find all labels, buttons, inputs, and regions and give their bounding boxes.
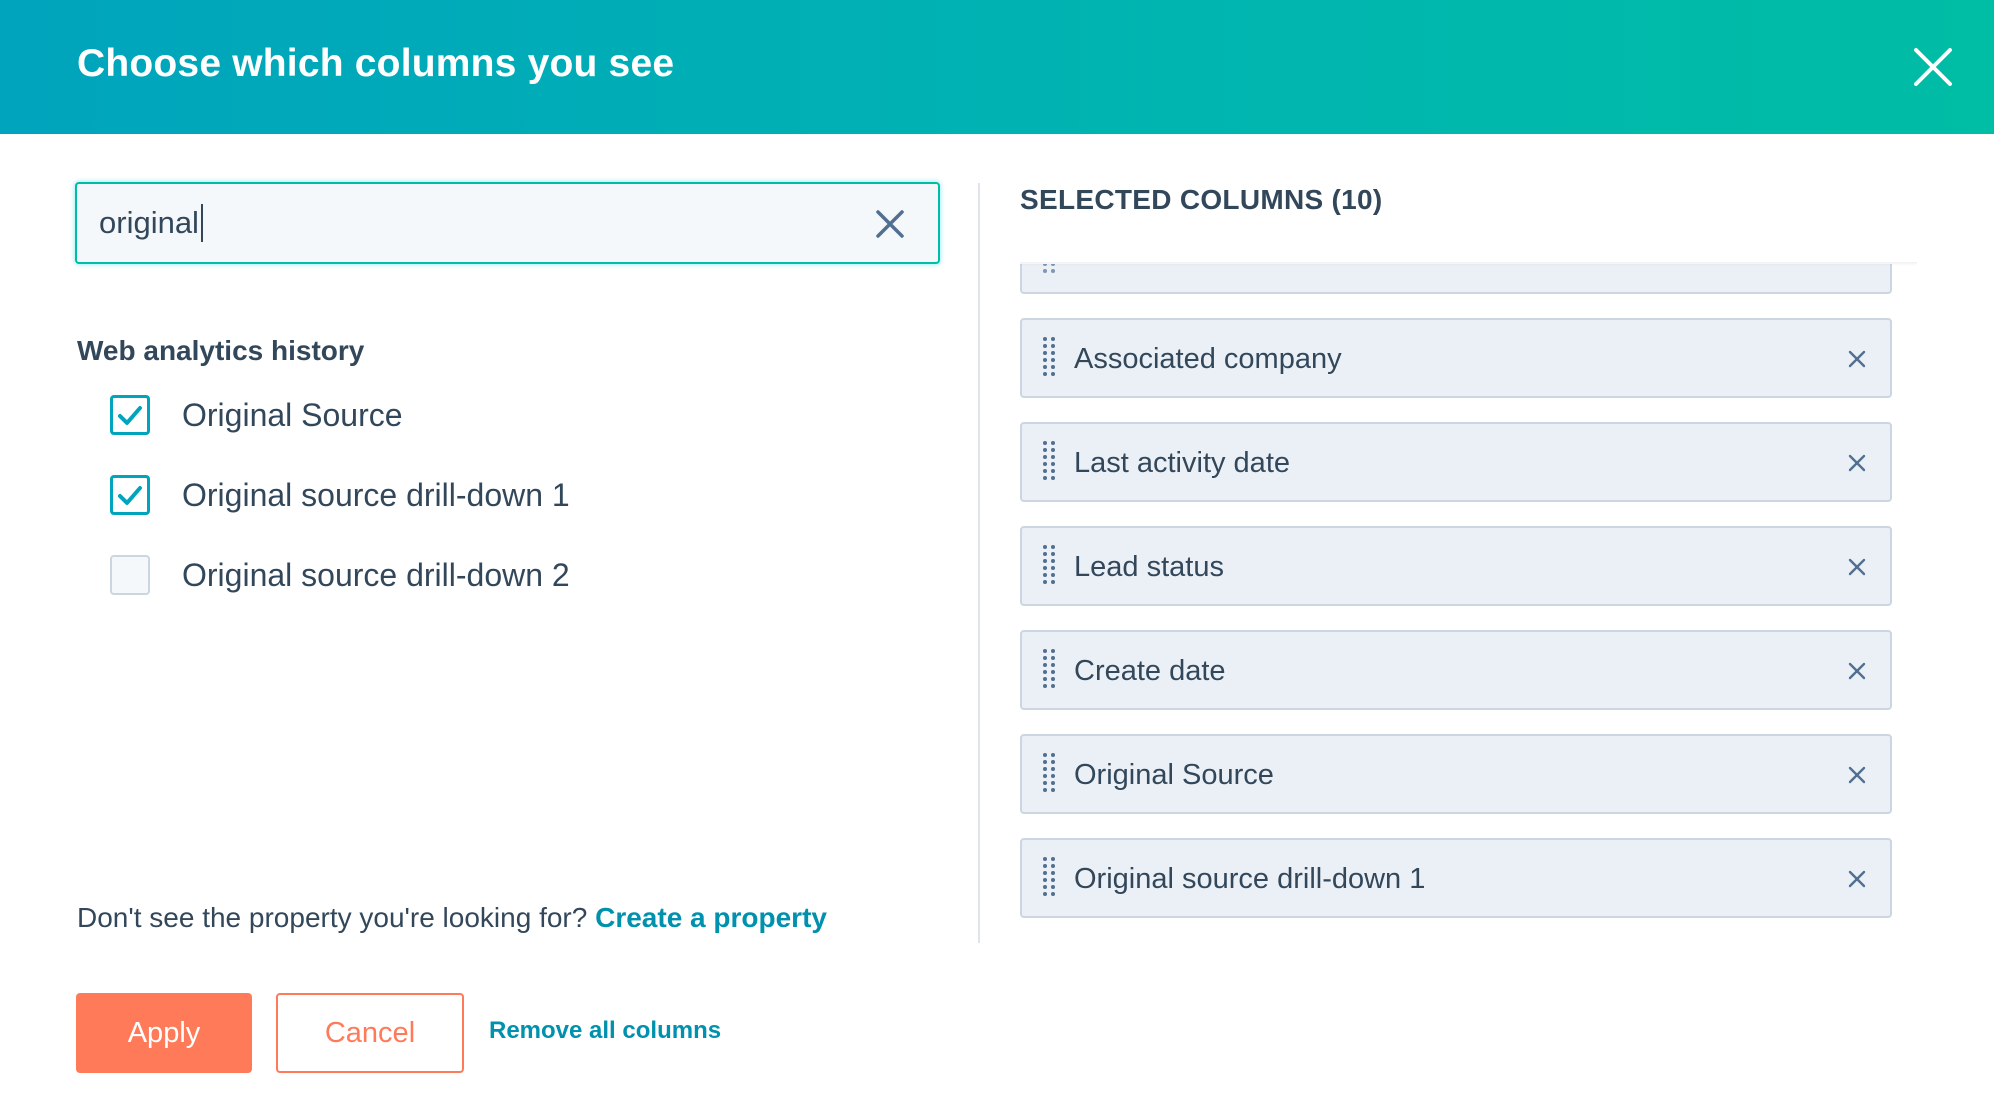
checkbox-checked[interactable] — [110, 475, 150, 515]
close-icon — [1848, 870, 1866, 888]
remove-column-button[interactable] — [1846, 348, 1868, 370]
create-property-text: Don't see the property you're looking fo… — [77, 902, 588, 933]
panel-divider — [978, 183, 980, 943]
list-scroll-shadow — [1020, 262, 1917, 266]
checkbox-unchecked[interactable] — [110, 555, 150, 595]
create-property-prompt: Don't see the property you're looking fo… — [77, 902, 827, 934]
search-input[interactable]: original — [99, 204, 203, 242]
remove-column-button[interactable] — [1846, 452, 1868, 474]
remove-column-button[interactable] — [1846, 764, 1868, 786]
apply-button[interactable]: Apply — [76, 993, 252, 1073]
checkmark-icon — [118, 486, 142, 505]
remove-column-button[interactable] — [1846, 556, 1868, 578]
property-checkbox-row[interactable]: Original Source — [110, 394, 403, 436]
checkmark-icon — [118, 406, 142, 425]
property-checkbox-row[interactable]: Original source drill-down 1 — [110, 474, 570, 516]
drag-handle-icon[interactable] — [1042, 544, 1056, 588]
selected-column-label: Last activity date — [1074, 447, 1290, 479]
property-label: Original source drill-down 1 — [182, 476, 570, 513]
selected-column-label: Associated company — [1074, 343, 1342, 375]
modal-header: Choose which columns you see — [0, 0, 1994, 134]
selected-column-label: Lead status — [1074, 551, 1224, 583]
close-icon — [876, 210, 904, 238]
close-icon — [1848, 454, 1866, 472]
selected-column-item-partial[interactable] — [1020, 264, 1892, 294]
property-label: Original source drill-down 2 — [182, 556, 570, 593]
selected-column-item[interactable]: Associated company — [1020, 318, 1892, 398]
clear-search-button[interactable] — [872, 206, 908, 242]
selected-column-label: Original Source — [1074, 759, 1274, 791]
property-group-title: Web analytics history — [77, 335, 365, 366]
selected-column-item[interactable]: Original Source — [1020, 734, 1892, 814]
checkbox-checked[interactable] — [110, 395, 150, 435]
selected-columns-header: SELECTED COLUMNS (10) — [1020, 184, 1383, 215]
drag-handle-icon[interactable] — [1042, 648, 1056, 692]
remove-column-button[interactable] — [1846, 660, 1868, 682]
selected-column-label: Create date — [1074, 655, 1226, 687]
selected-column-item[interactable]: Lead status — [1020, 526, 1892, 606]
search-field[interactable]: original — [75, 182, 940, 264]
drag-handle-icon[interactable] — [1042, 336, 1056, 380]
close-icon — [1848, 558, 1866, 576]
close-icon — [1848, 766, 1866, 784]
drag-handle-icon[interactable] — [1042, 440, 1056, 484]
close-icon — [1848, 350, 1866, 368]
close-modal-button[interactable] — [1910, 44, 1956, 90]
close-icon — [1848, 662, 1866, 680]
property-checkbox-row[interactable]: Original source drill-down 2 — [110, 554, 570, 596]
drag-handle-icon[interactable] — [1042, 264, 1056, 292]
close-icon — [1914, 48, 1952, 86]
drag-handle-icon[interactable] — [1042, 856, 1056, 900]
drag-handle-icon[interactable] — [1042, 752, 1056, 796]
selected-column-item[interactable]: Original source drill-down 1 — [1020, 838, 1892, 918]
remove-all-columns-button[interactable]: Remove all columns — [489, 1017, 721, 1045]
selected-column-item[interactable]: Create date — [1020, 630, 1892, 710]
create-property-link[interactable]: Create a property — [595, 902, 827, 933]
modal-title: Choose which columns you see — [77, 42, 675, 85]
cancel-button[interactable]: Cancel — [276, 993, 464, 1073]
selected-column-item[interactable]: Last activity date — [1020, 422, 1892, 502]
selected-column-label: Original source drill-down 1 — [1074, 863, 1426, 895]
remove-column-button[interactable] — [1846, 868, 1868, 890]
property-label: Original Source — [182, 396, 403, 433]
